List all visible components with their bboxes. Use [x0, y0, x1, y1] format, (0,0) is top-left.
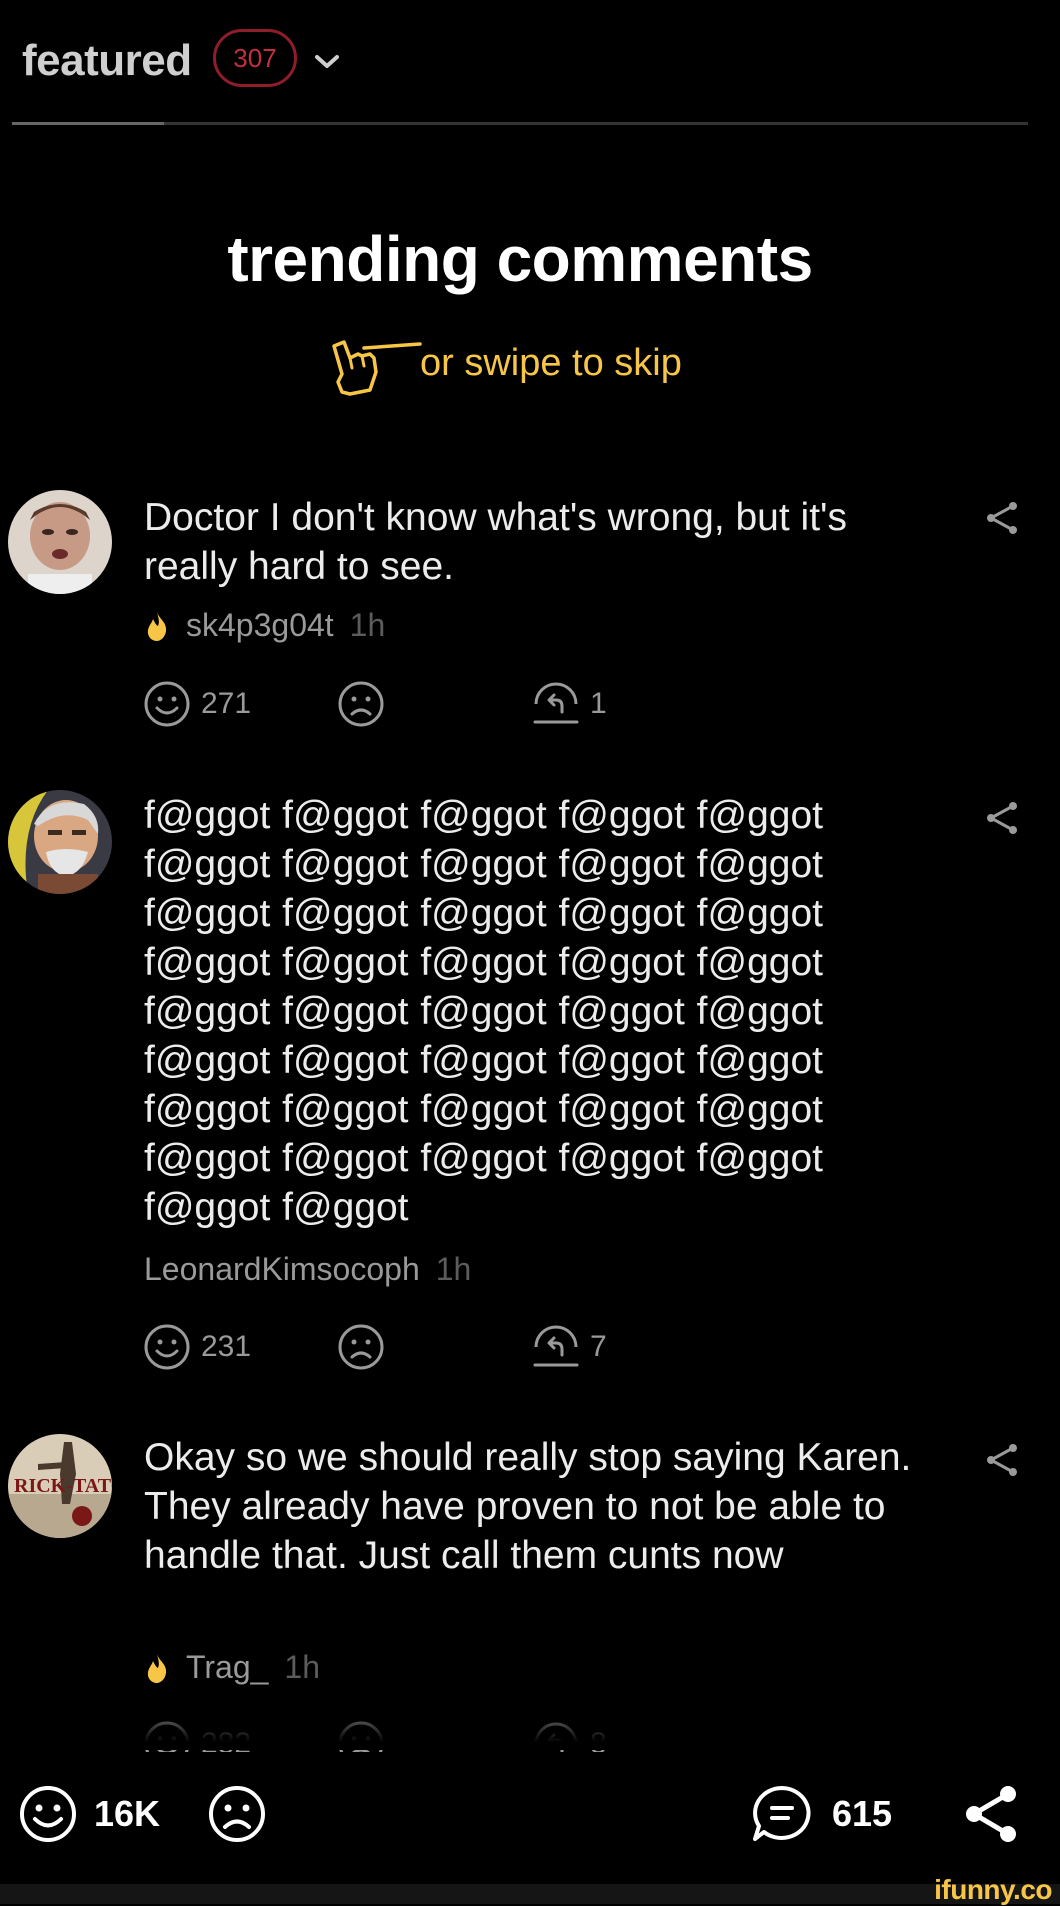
trending-comments-title: trending comments	[227, 223, 813, 295]
comment-text: Doctor I don't know what's wrong, but it…	[144, 496, 847, 588]
smile-icon	[20, 1786, 76, 1842]
comment-time: 1h	[435, 1251, 472, 1287]
avatar-image	[8, 490, 112, 594]
comment-meta: LeonardKimsocoph 1h	[144, 1251, 471, 1288]
post-smile-count: 16K	[94, 1793, 161, 1834]
post-comment-count: 615	[832, 1793, 893, 1834]
post-share-button[interactable]	[962, 1784, 1020, 1844]
avatar[interactable]	[8, 490, 112, 594]
comment-bubble-icon	[753, 1786, 811, 1841]
reply-count: 7	[590, 1330, 607, 1363]
post-comments-button[interactable]: 615	[750, 1784, 892, 1844]
smile-action[interactable]: 231	[143, 1323, 251, 1371]
header-divider	[12, 122, 1028, 125]
share-icon[interactable]	[985, 500, 1019, 536]
reply-action[interactable]: 7	[532, 1323, 607, 1371]
avatar-image	[8, 790, 112, 894]
comment-username[interactable]: LeonardKimsocoph	[144, 1251, 420, 1288]
swipe-hand-icon	[332, 340, 422, 396]
post-unsmile-button[interactable]	[207, 1784, 267, 1844]
smile-count: 231	[201, 1330, 252, 1363]
reply-icon	[533, 682, 579, 724]
new-items-badge: 307	[213, 29, 297, 87]
reply-icon	[533, 1325, 579, 1367]
comment-text: f@ggot f@ggot f@ggot f@ggot f@ggot f@ggo…	[144, 794, 823, 1229]
smile-icon	[144, 1324, 190, 1370]
fire-icon	[147, 611, 167, 641]
unsmile-action[interactable]	[337, 680, 385, 728]
avatar-image: RICK-TATORSHIP	[8, 1434, 112, 1538]
feed-selector-label[interactable]: featured	[22, 36, 192, 86]
smile-icon	[144, 681, 190, 727]
swipe-hint-text: or swipe to skip	[420, 342, 682, 384]
unsmile-icon	[338, 1324, 384, 1370]
share-icon[interactable]	[985, 1442, 1019, 1478]
reply-count: 1	[590, 687, 607, 720]
unsmile-icon	[338, 681, 384, 727]
reply-action[interactable]: 1	[532, 680, 607, 728]
comment-time: 1h	[284, 1649, 320, 1685]
unsmile-action[interactable]	[337, 1323, 385, 1371]
avatar[interactable]	[8, 790, 112, 894]
svg-text:RICK-TATORSHIP: RICK-TATORSHIP	[14, 1475, 112, 1497]
footer-strip	[0, 1884, 1060, 1904]
comment-text: Okay so we should really stop saying Kar…	[144, 1436, 912, 1577]
comment-username[interactable]: Trag_	[186, 1649, 268, 1686]
share-icon[interactable]	[985, 800, 1019, 836]
header-divider-highlight	[12, 122, 164, 125]
chevron-down-icon[interactable]	[313, 52, 341, 72]
comment-meta: sk4p3g04t 1h	[144, 607, 385, 644]
bottom-action-bar: 16K 615	[0, 1752, 1060, 1884]
fire-icon	[147, 1653, 167, 1683]
smile-action[interactable]: 271	[143, 680, 251, 728]
avatar[interactable]: RICK-TATORSHIP	[8, 1434, 112, 1538]
scroll-fade	[0, 1700, 1060, 1750]
smile-count: 271	[201, 687, 252, 720]
comment-username[interactable]: sk4p3g04t	[186, 607, 334, 644]
comment-meta: Trag_ 1h	[144, 1649, 320, 1686]
post-smile-button[interactable]: 16K	[18, 1784, 160, 1844]
site-watermark: ifunny.co	[934, 1874, 1052, 1905]
comment-time: 1h	[349, 607, 386, 643]
